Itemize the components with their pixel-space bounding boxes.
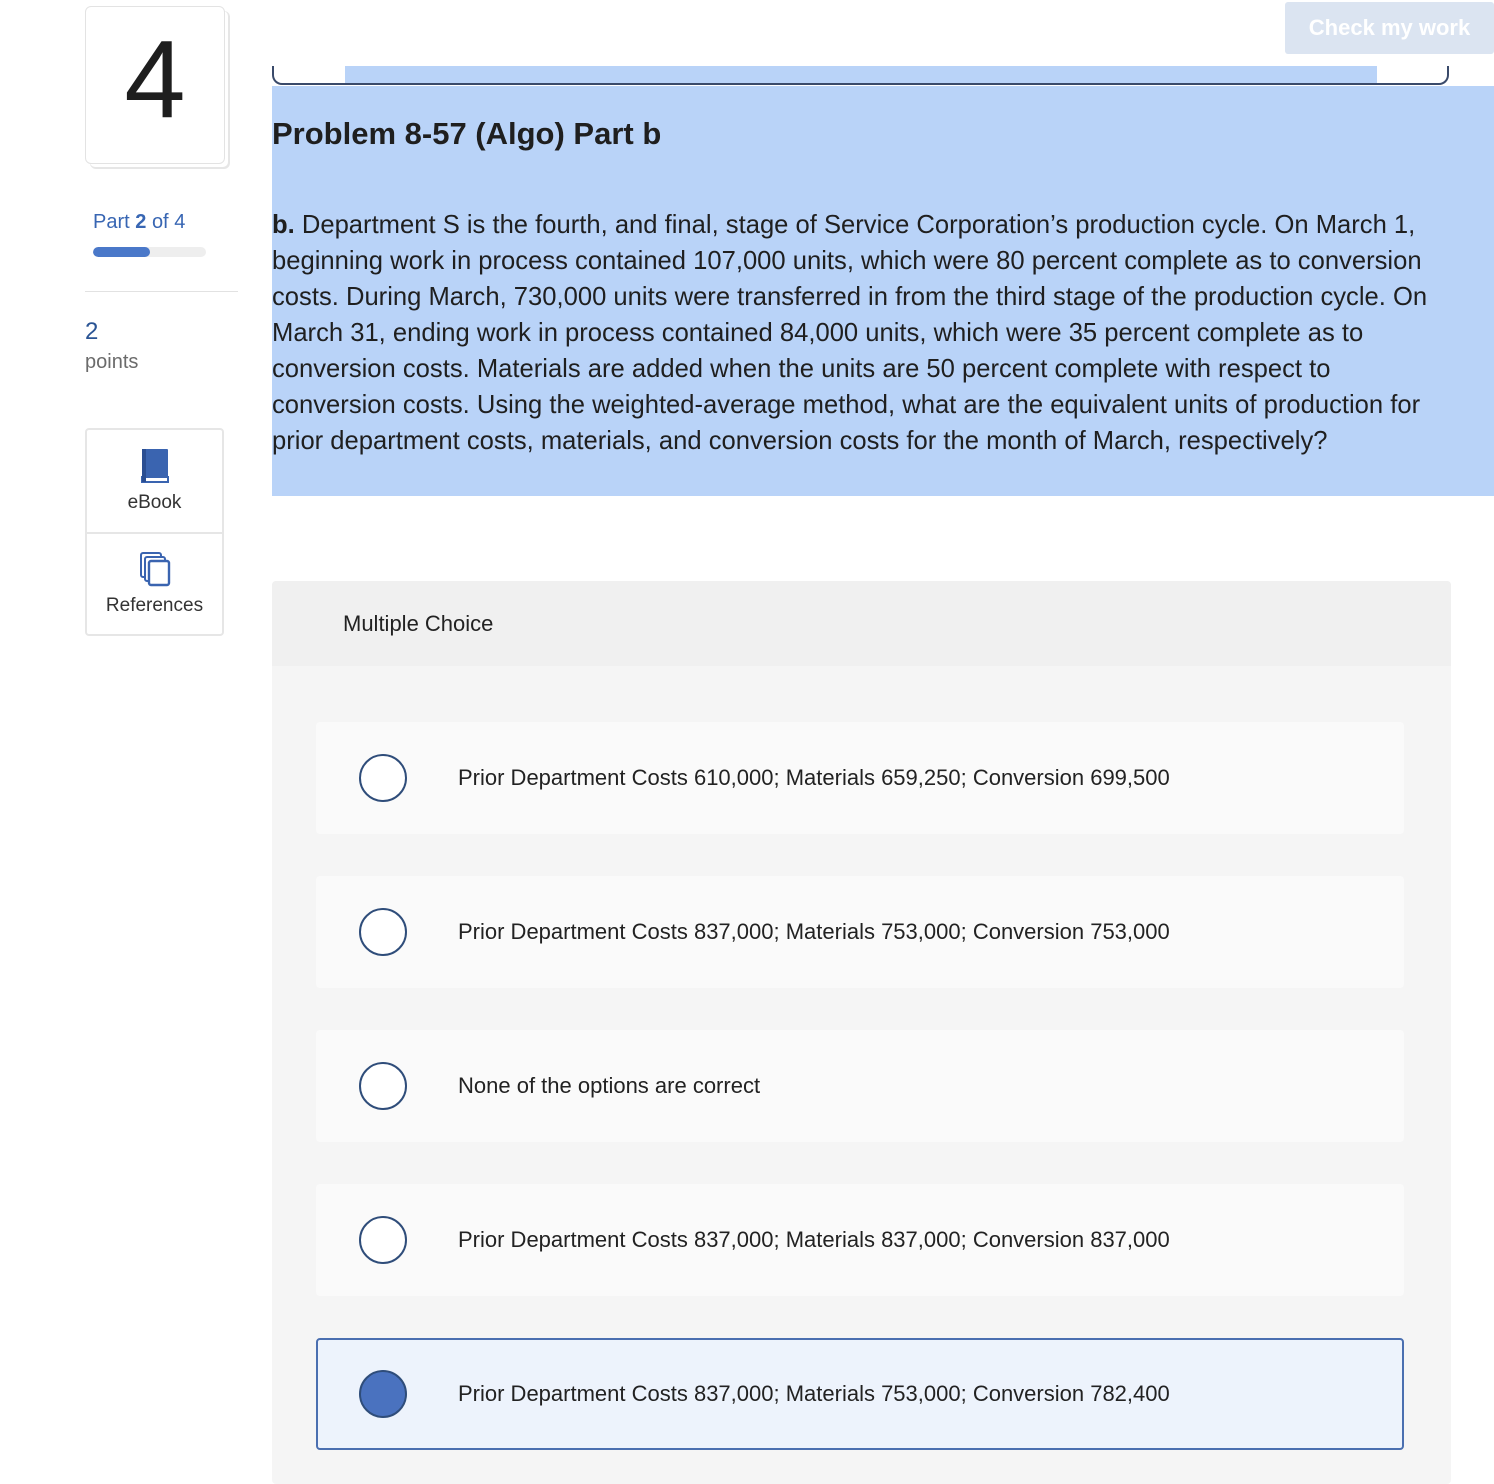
ebook-button[interactable]: eBook xyxy=(87,430,222,532)
radio-button[interactable] xyxy=(359,1062,407,1110)
points-value: 2 xyxy=(85,318,99,345)
part-indicator: Part 2 of 4 xyxy=(93,211,186,233)
choice-option-1[interactable]: Prior Department Costs 610,000; Material… xyxy=(316,722,1404,834)
references-button[interactable]: References xyxy=(87,532,222,634)
radio-button[interactable] xyxy=(359,754,407,802)
points-label: points xyxy=(85,351,139,373)
choice-text: Prior Department Costs 837,000; Material… xyxy=(458,919,1170,944)
multiple-choice-title: Multiple Choice xyxy=(343,611,494,636)
choice-option-5[interactable]: Prior Department Costs 837,000; Material… xyxy=(316,1338,1404,1450)
choice-option-4[interactable]: Prior Department Costs 837,000; Material… xyxy=(316,1184,1404,1296)
choice-option-3[interactable]: None of the options are correct xyxy=(316,1030,1404,1142)
ebook-label: eBook xyxy=(127,492,182,513)
choice-text: Prior Department Costs 610,000; Material… xyxy=(458,765,1170,790)
radio-button[interactable] xyxy=(359,1216,407,1264)
part-progress-fill xyxy=(93,247,150,257)
choice-text: None of the options are correct xyxy=(458,1073,761,1098)
assignment-page: 4 Part 2 of 4 2 points eBook References xyxy=(0,0,1494,1484)
references-label: References xyxy=(105,595,204,616)
question-body: Department S is the fourth, and final, s… xyxy=(272,211,1428,455)
divider xyxy=(85,291,238,292)
radio-button[interactable] xyxy=(359,908,407,956)
part-progress-bar xyxy=(93,247,206,257)
part-prefix: b. xyxy=(272,211,295,239)
book-icon xyxy=(140,449,169,483)
check-my-work-button[interactable]: Check my work xyxy=(1285,2,1494,54)
choice-text: Prior Department Costs 837,000; Material… xyxy=(458,1227,1170,1252)
choice-option-2[interactable]: Prior Department Costs 837,000; Material… xyxy=(316,876,1404,988)
tools-panel: eBook References xyxy=(85,428,224,636)
question-number: 4 xyxy=(124,18,186,141)
selection-highlight-top xyxy=(345,66,1377,83)
question-text: b. Department S is the fourth, and final… xyxy=(272,207,1452,459)
copy-icon xyxy=(139,552,170,587)
problem-title: Problem 8-57 (Algo) Part b xyxy=(272,116,662,151)
multiple-choice-header: Multiple Choice xyxy=(272,581,1451,666)
question-number-card: 4 xyxy=(85,6,225,164)
choice-text: Prior Department Costs 837,000; Material… xyxy=(458,1381,1170,1406)
radio-button-selected[interactable] xyxy=(359,1370,407,1418)
